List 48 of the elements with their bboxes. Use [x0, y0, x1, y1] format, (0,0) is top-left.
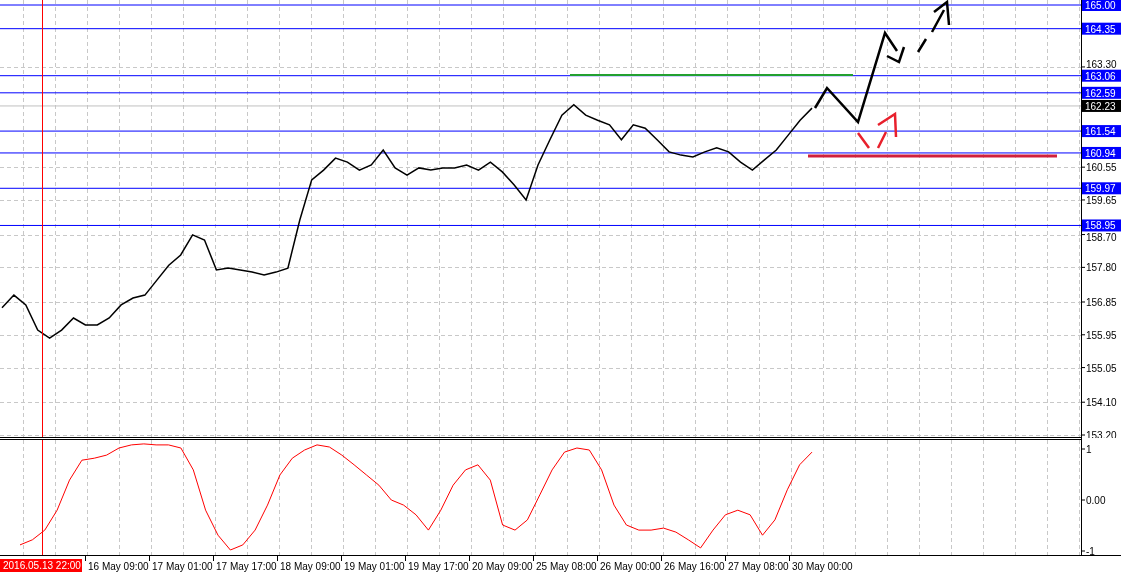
ref-line-label: 162.23	[1085, 100, 1117, 112]
axis-label: 155.05	[1086, 362, 1117, 374]
level-line[interactable]	[0, 92, 1082, 94]
ref-line-label: 159.97	[1085, 183, 1117, 195]
axis-label: 163.30	[1086, 58, 1117, 70]
time-label: 30 May 00:00	[792, 561, 853, 572]
ref-line-label: 164.35	[1085, 23, 1117, 35]
axis-label: 159.65	[1086, 195, 1117, 207]
ref-line-label: 163.06	[1085, 70, 1117, 82]
level-line[interactable]	[0, 28, 1082, 30]
price-label: 162.59	[1082, 86, 1121, 99]
axis-label: 154.10	[1086, 397, 1117, 409]
axis-label: 155.95	[1086, 329, 1117, 341]
ref-line-label: 161.54	[1085, 126, 1117, 138]
axis-label: 156.85	[1086, 297, 1117, 308]
level-line[interactable]	[0, 187, 1082, 189]
time-label: 16 May 09:00	[88, 561, 149, 572]
ref-line-label: 160.94	[1085, 147, 1117, 159]
price-label: 160.94	[1082, 146, 1121, 159]
time-label: 19 May 01:00	[344, 561, 405, 572]
price-label: 164.35	[1082, 22, 1121, 35]
axis-label: -1	[1086, 546, 1095, 556]
axis-label: 157.80	[1086, 262, 1117, 274]
price-label: 163.06	[1082, 69, 1121, 82]
time-label: 26 May 00:00	[600, 561, 661, 572]
ref-line-label: 158.95	[1085, 220, 1117, 232]
price-label: 159.97	[1082, 182, 1121, 195]
axis-label: 1	[1086, 444, 1092, 455]
axis-label: 160.55	[1086, 162, 1117, 174]
time-label: 17 May 17:00	[216, 561, 277, 572]
price-label: 158.95	[1082, 219, 1121, 232]
time-label: 2016.05.13 22:00	[0, 559, 82, 572]
time-label: 25 May 08:00	[536, 561, 597, 572]
time-label: 17 May 01:00	[152, 561, 213, 572]
time-label: 20 May 09:00	[472, 561, 533, 572]
time-label: 19 May 17:00	[408, 561, 469, 572]
time-label: 27 May 08:00	[728, 561, 789, 572]
time-label: 18 May 09:00	[280, 561, 341, 572]
price-label: 165.00	[1082, 0, 1121, 11]
time-label: 26 May 16:00	[664, 561, 725, 572]
price-label: 161.54	[1082, 125, 1121, 138]
price-label: 162.23	[1082, 99, 1121, 112]
axis-label: 158.70	[1086, 232, 1117, 244]
forecast-arrow	[916, 0, 951, 54]
axis-label: 0.00	[1086, 495, 1106, 506]
ref-line-label: 165.00	[1085, 0, 1117, 11]
level-line[interactable]	[0, 224, 1082, 226]
ref-line-label: 162.59	[1085, 87, 1117, 99]
